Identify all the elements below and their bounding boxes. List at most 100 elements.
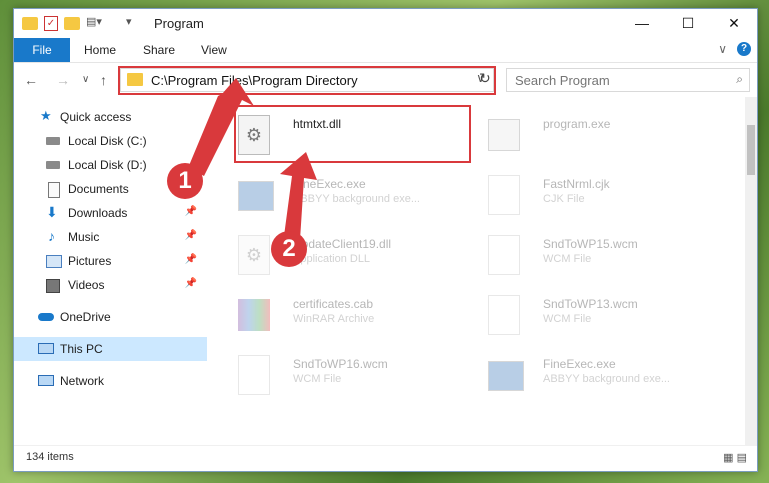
drive-icon	[46, 137, 60, 145]
file-name: SndToWP16.wcm	[293, 357, 388, 371]
file-type: WinRAR Archive	[293, 313, 375, 325]
search-input[interactable]	[513, 72, 717, 89]
sidebar-item-label: Documents	[68, 182, 129, 196]
quick-access-dropdown-icon[interactable]: ▾	[126, 15, 142, 31]
document-icon	[48, 182, 60, 198]
pin-icon[interactable]: 📌	[185, 230, 197, 241]
file-type: CJK File	[543, 193, 585, 205]
file-type: WCM File	[543, 313, 592, 325]
vertical-scrollbar[interactable]	[745, 97, 757, 445]
list-item[interactable]: SndToWP15.wcm WCM File	[488, 235, 738, 295]
blank-file-icon	[488, 295, 520, 335]
list-item[interactable]: program.exe	[488, 115, 738, 175]
item-count: 134 items	[26, 451, 74, 463]
maximize-button[interactable]: ☐	[665, 9, 711, 37]
network-icon	[38, 375, 54, 386]
search-box[interactable]: ⌕	[506, 68, 750, 92]
status-bar: 134 items ▦ ▤	[14, 445, 757, 471]
sidebar-item-quick-access[interactable]: ★ Quick access	[14, 105, 207, 129]
navigation-pane: ★ Quick access Local Disk (C:) Local Dis…	[14, 97, 209, 445]
file-name: FineExec.exe	[293, 177, 366, 191]
recent-locations-button[interactable]: ∨	[82, 74, 89, 85]
pin-icon[interactable]: 📌	[185, 278, 197, 289]
file-type: WCM File	[543, 253, 592, 265]
sidebar-item-label: Pictures	[68, 254, 112, 268]
archive-icon	[238, 299, 270, 331]
file-name: SndToWP13.wcm	[543, 297, 638, 311]
file-name: UpdateClient19.dll	[293, 237, 392, 251]
sidebar-item-local-disk-c[interactable]: Local Disk (C:)	[14, 129, 207, 153]
view-mode-icons[interactable]: ▦ ▤	[723, 451, 747, 464]
file-name: SndToWP15.wcm	[543, 237, 638, 251]
close-button[interactable]: ✕	[711, 9, 757, 37]
address-bar-highlight	[118, 66, 496, 95]
step-2-badge: 2	[271, 231, 307, 267]
list-item[interactable]: certificates.cab WinRAR Archive	[238, 295, 488, 355]
blank-file-icon	[488, 175, 520, 215]
file-type: ABBYY background exe...	[543, 373, 670, 385]
exe-icon	[488, 361, 524, 391]
sidebar-item-label: This PC	[60, 342, 103, 356]
forward-button[interactable]: →	[56, 72, 70, 88]
picture-icon	[46, 255, 62, 268]
drive-icon	[46, 161, 60, 169]
sidebar-item-downloads[interactable]: ⬇ Downloads 📌	[14, 201, 207, 225]
list-item[interactable]: FineExec.exe ABBYY background exe...	[238, 175, 488, 235]
sidebar-item-label: Quick access	[60, 110, 132, 124]
back-button[interactable]: ←	[24, 72, 38, 88]
sidebar-item-pictures[interactable]: Pictures 📌	[14, 249, 207, 273]
sidebar-item-this-pc[interactable]: This PC	[14, 337, 207, 361]
ribbon-expand-icon[interactable]: ∨	[718, 42, 727, 56]
sidebar-item-network[interactable]: Network	[14, 369, 207, 393]
tab-home[interactable]: Home	[84, 38, 116, 62]
pin-icon[interactable]: 📌	[185, 206, 197, 217]
sidebar-item-label: Local Disk (D:)	[68, 158, 147, 172]
dll-gear-icon: ⚙	[238, 235, 270, 275]
customize-quick-access-icon[interactable]: ▤▾	[86, 15, 102, 31]
sidebar-item-label: Videos	[68, 278, 105, 292]
star-icon: ★	[40, 108, 52, 123]
pin-icon[interactable]: 📌	[185, 254, 197, 265]
tab-file[interactable]: File	[14, 38, 70, 62]
download-icon: ⬇	[46, 204, 58, 220]
properties-icon[interactable]: ✓	[44, 16, 58, 31]
help-icon[interactable]: ?	[737, 42, 751, 56]
list-item[interactable]: SndToWP16.wcm WCM File	[238, 355, 488, 415]
up-button[interactable]: ↑	[100, 72, 107, 88]
sidebar-item-onedrive[interactable]: OneDrive	[14, 305, 207, 329]
file-name: FineExec.exe	[543, 357, 616, 371]
file-type: ABBYY background exe...	[293, 193, 420, 205]
new-folder-icon[interactable]	[64, 17, 80, 30]
cloud-icon	[38, 313, 54, 321]
search-icon[interactable]: ⌕	[736, 72, 743, 87]
sidebar-item-label: OneDrive	[60, 310, 111, 324]
sidebar-item-music[interactable]: ♪ Music 📌	[14, 225, 207, 249]
app-icon	[488, 119, 520, 151]
blank-file-icon	[488, 235, 520, 275]
minimize-button[interactable]: —	[619, 9, 665, 37]
list-item[interactable]: SndToWP13.wcm WCM File	[488, 295, 738, 355]
exe-icon	[238, 181, 274, 211]
file-name: FastNrml.cjk	[543, 177, 610, 191]
tab-share[interactable]: Share	[143, 38, 175, 62]
computer-icon	[38, 343, 54, 354]
sidebar-item-label: Local Disk (C:)	[68, 134, 147, 148]
file-name: certificates.cab	[293, 297, 374, 311]
sidebar-item-videos[interactable]: Videos 📌	[14, 273, 207, 297]
file-name: program.exe	[543, 117, 611, 131]
sidebar-item-label: Downloads	[68, 206, 128, 220]
scrollbar-thumb[interactable]	[747, 125, 755, 175]
file-highlight	[234, 105, 471, 163]
sidebar-item-label: Network	[60, 374, 105, 388]
video-icon	[46, 279, 60, 293]
step-1-badge: 1	[167, 163, 203, 199]
title-bar: ✓ ▤▾ ▾ Program — ☐ ✕	[14, 9, 757, 37]
window-title: Program	[154, 16, 204, 31]
sidebar-item-label: Music	[68, 230, 100, 244]
list-item[interactable]: FineExec.exe ABBYY background exe...	[488, 355, 738, 415]
blank-file-icon	[238, 355, 270, 395]
ribbon: File Home Share View ∨ ?	[14, 38, 757, 63]
file-type: WCM File	[293, 373, 342, 385]
list-item[interactable]: FastNrml.cjk CJK File	[488, 175, 738, 235]
tab-view[interactable]: View	[201, 38, 227, 62]
